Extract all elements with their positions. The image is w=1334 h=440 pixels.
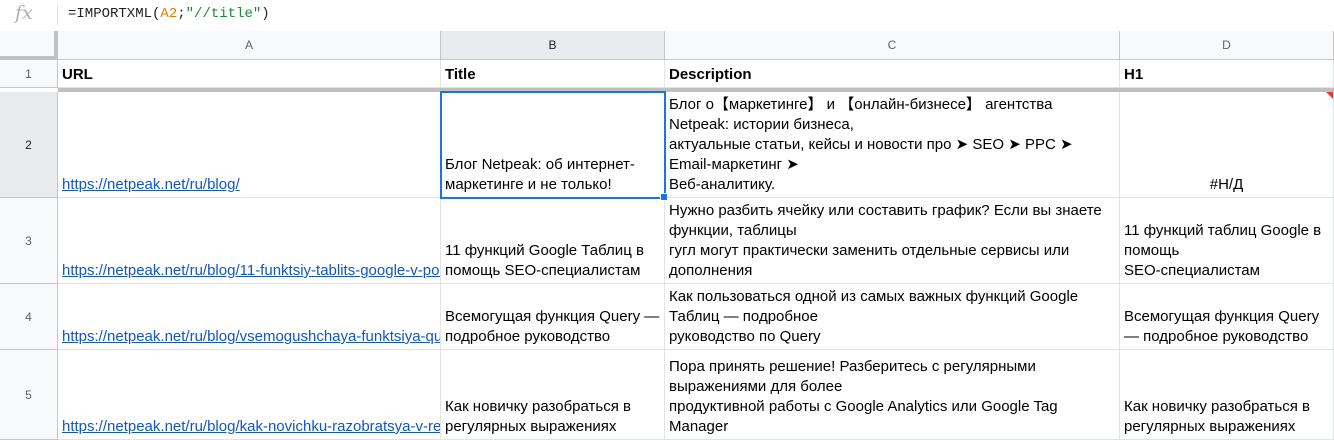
row-header-2[interactable]: 2 bbox=[0, 92, 58, 198]
cell-b2[interactable]: Блог Netpeak: об интернет-маркетинге и н… bbox=[441, 92, 665, 198]
row-header-1[interactable]: 1 bbox=[0, 60, 58, 88]
fx-icon: fx bbox=[15, 2, 33, 24]
formula-input[interactable]: =IMPORTXML(A2;"//title") bbox=[68, 6, 270, 22]
row-header-5[interactable]: 5 bbox=[0, 350, 58, 440]
url-link[interactable]: https://netpeak.net/ru/blog/vsemogushcha… bbox=[62, 327, 440, 347]
cell-c3[interactable]: Нужно разбить ячейку или составить графи… bbox=[665, 198, 1120, 284]
cell-c2[interactable]: Блог о【маркетинге】 и 【онлайн-бизнесе】 аг… bbox=[665, 92, 1120, 198]
cell-a5[interactable]: https://netpeak.net/ru/blog/kak-novichku… bbox=[58, 350, 441, 440]
select-all-corner[interactable] bbox=[0, 31, 58, 60]
url-link[interactable]: https://netpeak.net/ru/blog/11-funktsiy-… bbox=[62, 261, 440, 281]
formula-bar: fx =IMPORTXML(A2;"//title") bbox=[0, 0, 1334, 32]
column-header-d[interactable]: D bbox=[1120, 31, 1334, 60]
cell-b1[interactable]: Title bbox=[441, 60, 665, 88]
cell-d4[interactable]: Всемогущая функция Query — подробное рук… bbox=[1120, 284, 1334, 350]
row-header-4[interactable]: 4 bbox=[0, 284, 58, 350]
cell-a1[interactable]: URL bbox=[58, 60, 441, 88]
cell-c1[interactable]: Description bbox=[665, 60, 1120, 88]
note-indicator-icon bbox=[1326, 92, 1333, 99]
cell-d2[interactable]: #Н/Д bbox=[1120, 92, 1334, 198]
column-header-b[interactable]: B bbox=[441, 31, 665, 60]
cell-a4[interactable]: https://netpeak.net/ru/blog/vsemogushcha… bbox=[58, 284, 441, 350]
cell-a3[interactable]: https://netpeak.net/ru/blog/11-funktsiy-… bbox=[58, 198, 441, 284]
cell-d1[interactable]: H1 bbox=[1120, 60, 1334, 88]
cell-c4[interactable]: Как пользоваться одной из самых важных ф… bbox=[665, 284, 1120, 350]
url-link[interactable]: https://netpeak.net/ru/blog/kak-novichku… bbox=[62, 417, 440, 437]
row-header-3[interactable]: 3 bbox=[0, 198, 58, 284]
column-header-a[interactable]: A bbox=[58, 31, 441, 60]
formula-separator bbox=[57, 5, 58, 25]
column-header-c[interactable]: C bbox=[665, 31, 1120, 60]
cell-d3[interactable]: 11 функций таблиц Google в помощь SEO-сп… bbox=[1120, 198, 1334, 284]
cell-c5[interactable]: Пора принять решение! Разберитесь с регу… bbox=[665, 350, 1120, 440]
url-link[interactable]: https://netpeak.net/ru/blog/ bbox=[62, 175, 240, 195]
cell-b3[interactable]: 11 функций Google Таблиц в помощь SEO-сп… bbox=[441, 198, 665, 284]
cell-a2[interactable]: https://netpeak.net/ru/blog/ bbox=[58, 92, 441, 198]
cell-b4[interactable]: Всемогущая функция Query — подробное рук… bbox=[441, 284, 665, 350]
cell-d5[interactable]: Как новичку разобраться в регулярных выр… bbox=[1120, 350, 1334, 440]
cell-b5[interactable]: Как новичку разобраться в регулярных выр… bbox=[441, 350, 665, 440]
fill-handle[interactable] bbox=[660, 193, 668, 201]
